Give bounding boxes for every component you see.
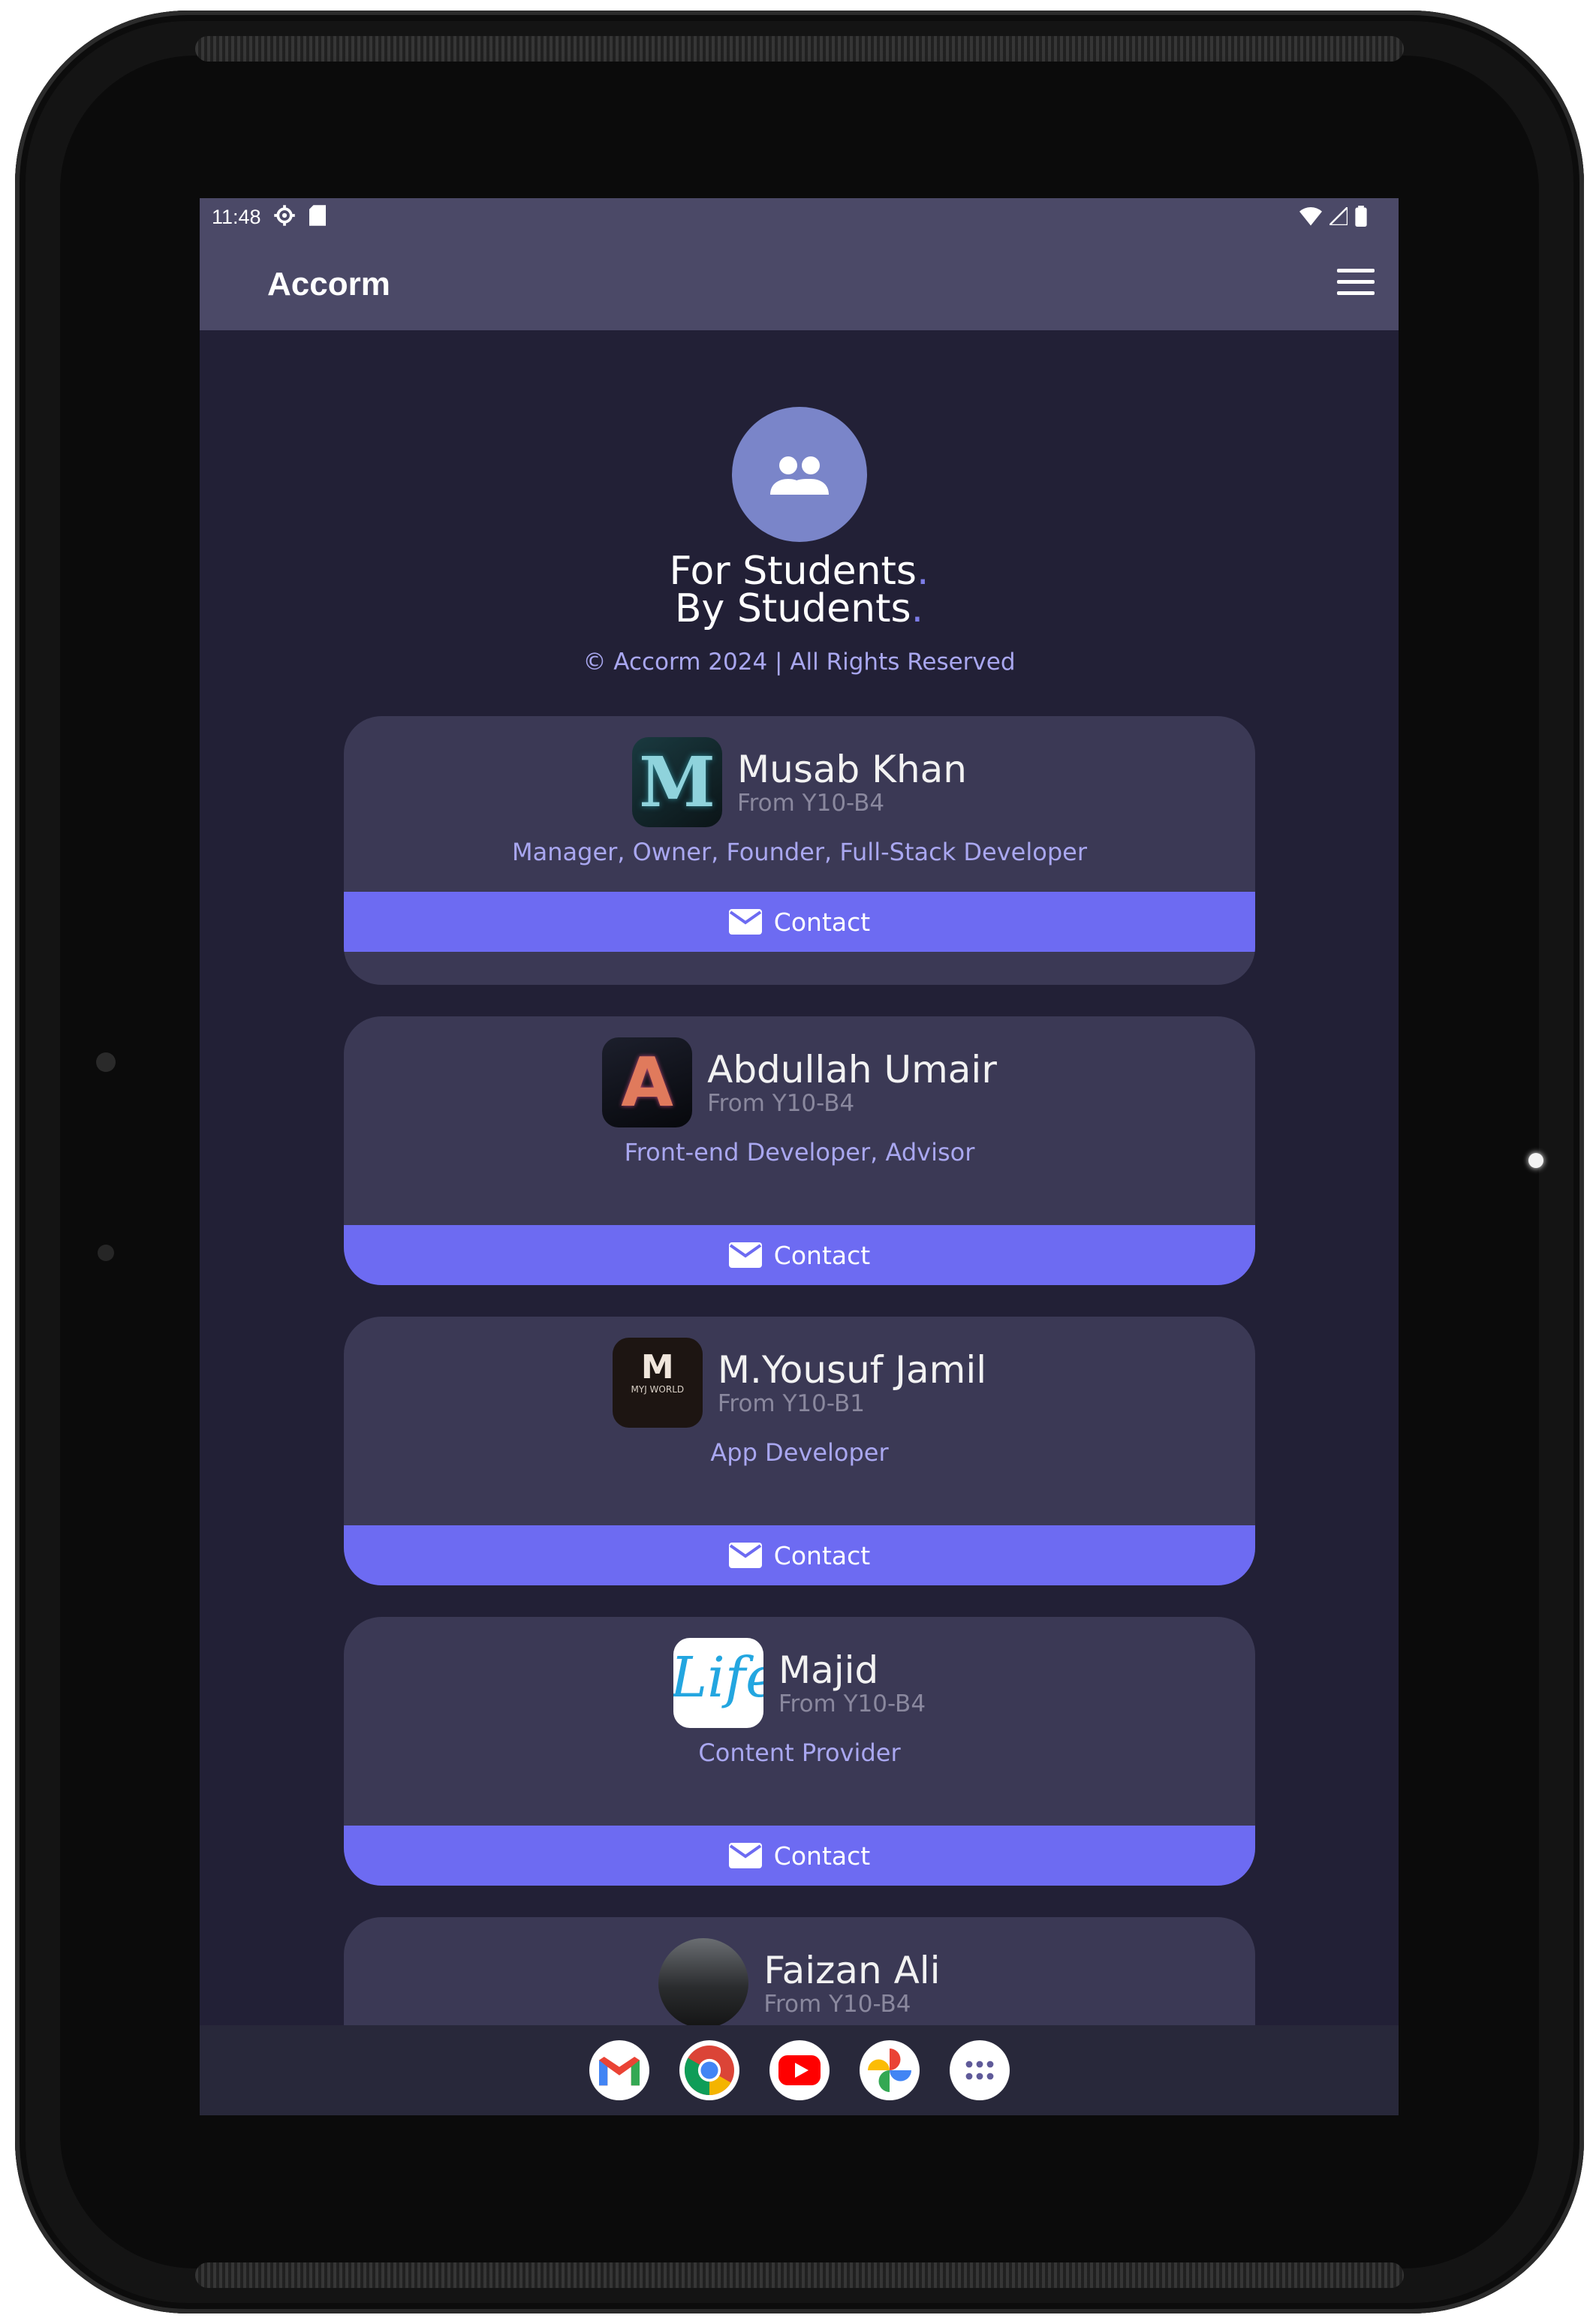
mail-icon [728, 1543, 762, 1568]
sd-card-icon [309, 205, 326, 231]
speaker-grille-top [195, 36, 1404, 62]
people-icon [770, 456, 829, 495]
contact-button[interactable]: Contact [344, 1525, 1255, 1585]
gmail-app-icon[interactable] [589, 2040, 649, 2100]
signal-icon [1327, 205, 1349, 230]
contact-button[interactable]: Contact [344, 1826, 1255, 1886]
member-logo: M MYJ WORLD [612, 1338, 703, 1428]
hamburger-menu-icon[interactable] [1337, 269, 1375, 299]
app-bar: Accorm [200, 236, 1399, 330]
member-logo: A [602, 1037, 693, 1127]
settings-icon [273, 204, 296, 232]
member-class: From Y10-B4 [707, 1090, 855, 1117]
member-class: From Y10-B4 [737, 790, 885, 817]
front-sensor [96, 1052, 116, 1072]
member-logo: M [632, 737, 723, 827]
member-class: From Y10-B4 [778, 1690, 926, 1717]
mail-icon [728, 1843, 762, 1868]
member-name: Abdullah Umair [707, 1048, 997, 1091]
member-role: Content Provider [698, 1738, 901, 1767]
speaker-grille-bottom [195, 2262, 1404, 2288]
screen: 11:48 Accorm For Students. By Students. … [200, 198, 1399, 2115]
member-name: Faizan Ali [763, 1949, 941, 1992]
mail-icon [728, 909, 762, 935]
app-title: Accorm [267, 266, 390, 303]
battery-icon [1355, 206, 1367, 232]
member-logo [658, 1938, 749, 2028]
chrome-app-icon[interactable] [679, 2040, 739, 2100]
member-role: Front-end Developer, Advisor [624, 1138, 975, 1167]
member-role: App Developer [710, 1438, 889, 1467]
light-sensor [1528, 1153, 1543, 1168]
member-class: From Y10-B4 [763, 1991, 911, 2018]
status-time: 11:48 [212, 206, 261, 228]
wifi-icon [1299, 206, 1322, 231]
team-card: A Abdullah Umair From Y10-B4 Front-end D… [344, 1016, 1255, 1285]
copyright-text: © Accorm 2024 | All Rights Reserved [583, 649, 1016, 676]
team-card: M MYJ WORLD M.Yousuf Jamil From Y10-B1 A… [344, 1317, 1255, 1585]
member-name: Majid [778, 1648, 879, 1692]
contact-button[interactable]: Contact [344, 1225, 1255, 1285]
front-sensor-2 [98, 1245, 114, 1261]
youtube-app-icon[interactable] [769, 2040, 830, 2100]
team-card: M Musab Khan From Y10-B4 Manager, Owner,… [344, 716, 1255, 985]
photos-app-icon[interactable] [859, 2040, 920, 2100]
app-drawer-icon[interactable] [949, 2040, 1010, 2100]
member-class: From Y10-B1 [717, 1390, 865, 1417]
member-role: Manager, Owner, Founder, Full-Stack Deve… [512, 838, 1087, 866]
member-logo: Life [673, 1638, 763, 1728]
member-name: Musab Khan [737, 748, 967, 791]
mail-icon [728, 1242, 762, 1268]
tagline-line-2: By Students. [674, 586, 924, 631]
status-bar: 11:48 [200, 198, 1399, 236]
group-avatar [732, 407, 867, 542]
contact-button[interactable]: Contact [344, 892, 1255, 952]
team-card: Life Majid From Y10-B4 Content Provider … [344, 1617, 1255, 1886]
member-name: M.Yousuf Jamil [717, 1348, 987, 1392]
tagline-line-1: For Students. [669, 549, 929, 594]
taskbar-dock [200, 2025, 1399, 2115]
